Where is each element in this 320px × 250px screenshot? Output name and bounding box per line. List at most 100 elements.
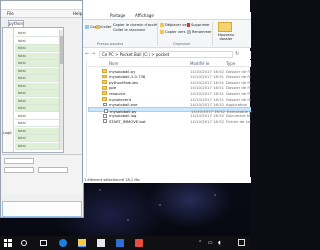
file-row[interactable]: pythonModules 14/10/2017 16:51 Dossier de …: [88, 79, 251, 85]
copy-path-button[interactable]: Copier le chemin d'accès: [113, 23, 158, 27]
app-result-row[interactable]: total: [15, 60, 63, 67]
file-row[interactable]: mysoloball.exe 14/10/2017 16:52 Applicatio…: [88, 102, 251, 107]
notification-icon[interactable]: [238, 239, 245, 246]
status-bar: 1 élément sélectionné 18,1 Mo: [83, 177, 251, 183]
app-result-row[interactable]: total: [15, 120, 63, 127]
file-row[interactable]: mysoloball.py 14/10/2017 16:52 Dossier de …: [88, 68, 251, 74]
menu-file[interactable]: File: [7, 11, 14, 16]
app-result-row[interactable]: total: [15, 30, 63, 37]
app-result-row[interactable]: total: [15, 52, 63, 60]
edge-browser-icon[interactable]: [59, 239, 67, 247]
app-result-row[interactable]: total: [15, 105, 63, 112]
app-result-row[interactable]: total: [15, 135, 63, 142]
column-label: Logit: [3, 131, 12, 135]
forward-arrow-icon[interactable]: →: [91, 51, 95, 57]
row-text: total: [18, 113, 26, 118]
app-results-panel: Logit total total total total total total tota…: [2, 27, 64, 153]
copy-to-button[interactable]: Copier vers: [160, 30, 186, 34]
folder-icon: [102, 69, 107, 73]
app-titlebar[interactable]: [1, 1, 83, 10]
paste-shortcut-button[interactable]: Coller le raccourci: [113, 28, 145, 32]
file-row[interactable]: mysoloball-1.0.738 14/10/2017 16:51 Dossie…: [88, 74, 251, 79]
app-result-row[interactable]: total: [15, 67, 63, 75]
rename-icon: [187, 30, 191, 34]
address-bar: ← → Ce PC > Pocket Ball (C:) > pocket ↻: [83, 51, 251, 59]
file-row[interactable]: resource14/10/2017 16:51Dossier de fichi…: [88, 90, 251, 96]
delete-button[interactable]: Supprimer: [187, 23, 210, 27]
navigation-pane[interactable]: [83, 60, 87, 177]
app-result-row[interactable]: total: [15, 45, 63, 52]
file-row[interactable]: mysolevent14/10/2017 16:51Dossier de fic…: [88, 96, 251, 102]
column-header-date[interactable]: Modifié le: [190, 61, 209, 66]
group-label-clipboard: Presse-papiers: [97, 42, 124, 46]
app-input-box[interactable]: [38, 167, 68, 173]
system-tray[interactable]: ⌃ ▭ ◖: [198, 240, 223, 246]
app-result-row[interactable]: total: [15, 142, 63, 150]
row-text: total: [18, 53, 26, 58]
file-list: mysoloball.py 14/10/2017 16:52 Dossier de …: [88, 68, 252, 178]
tab-affichage[interactable]: Affichage: [135, 13, 154, 18]
menu-help[interactable]: Help: [73, 11, 82, 16]
clipboard-icon: [96, 25, 100, 29]
folder-icon: [102, 74, 107, 79]
row-text: total: [18, 46, 26, 50]
file-explorer-window[interactable]: Partage Affichage Copier Coller Copier l…: [82, 0, 252, 183]
task-view-icon[interactable]: [40, 240, 47, 246]
file-date: 14/10/2017 16:52: [190, 118, 225, 124]
refresh-icon[interactable]: ↻: [235, 51, 239, 57]
ribbon-tabs: Partage Affichage: [83, 12, 251, 19]
new-folder-button[interactable]: Nouveau dossier: [214, 33, 238, 41]
mail-icon[interactable]: [116, 239, 124, 247]
app-window[interactable]: File Help python Logit total total total to…: [0, 0, 84, 218]
row-text: total: [18, 68, 26, 73]
app-result-row[interactable]: total: [15, 75, 63, 82]
row-text: total: [18, 83, 26, 88]
app-result-row[interactable]: total: [15, 37, 63, 45]
search-icon[interactable]: [21, 240, 27, 246]
app-scrollbar[interactable]: [59, 30, 63, 150]
row-text: total: [18, 76, 26, 80]
app-result-row[interactable]: total: [15, 97, 63, 105]
ribbon: Copier Coller Copier le chemin d'accès C…: [83, 19, 251, 48]
file-type: Fichier de comm: [226, 118, 251, 124]
file-row[interactable]: ppe14/10/2017 16:51Dossier de fichiers: [88, 85, 251, 90]
store-icon[interactable]: [97, 239, 105, 247]
file-row[interactable]: mysoloball.log 14/10/2017 16:52 Document t…: [88, 113, 251, 118]
app-result-row[interactable]: total: [15, 127, 63, 135]
tab-partage[interactable]: Partage: [110, 13, 125, 18]
app-taskbar-icon[interactable]: [135, 239, 143, 247]
row-text: total: [18, 136, 26, 140]
app-left-column: Logit: [3, 28, 14, 152]
address-field[interactable]: Ce PC > Pocket Ball (C:) > pocket: [99, 51, 233, 58]
row-text: total: [18, 38, 26, 43]
app-result-row[interactable]: total: [15, 112, 63, 120]
app-input-box[interactable]: [4, 167, 34, 173]
row-text: total: [18, 143, 26, 148]
app-input-box[interactable]: [4, 158, 34, 164]
folder-icon: [102, 91, 107, 96]
app-result-row[interactable]: total: [15, 82, 63, 90]
row-text: total: [18, 31, 26, 35]
scrollbar-thumb[interactable]: [60, 36, 63, 64]
paste-button[interactable]: Coller: [96, 25, 111, 29]
file-explorer-icon[interactable]: [78, 239, 86, 247]
row-text: total: [18, 91, 26, 95]
column-headers: Nom Modifié le Type: [88, 60, 251, 67]
new-folder-icon[interactable]: [218, 22, 232, 32]
tab-python[interactable]: python: [8, 20, 24, 27]
column-header-name[interactable]: Nom: [109, 61, 118, 66]
move-to-button[interactable]: Déplacer vers: [160, 23, 190, 27]
windows-start-icon[interactable]: [4, 239, 12, 247]
file-row[interactable]: mysoloball.py 14/10/2017 16:52 Executable …: [88, 107, 252, 114]
row-text: total: [18, 61, 26, 65]
folder-icon: [102, 97, 107, 101]
rename-button[interactable]: Renommer: [187, 30, 212, 34]
back-arrow-icon[interactable]: ←: [85, 51, 89, 57]
status-text: 1 élément sélectionné 18,1 Mo: [84, 177, 140, 182]
delete-icon: [187, 23, 190, 27]
app-status-panel: [2, 201, 82, 217]
app-result-row[interactable]: total: [15, 90, 63, 97]
column-header-type[interactable]: Type: [226, 61, 235, 66]
file-row[interactable]: START_IMMOVE.bat 14/10/2017 16:52 Fichier …: [88, 118, 251, 124]
taskbar: ⌃ ▭ ◖: [0, 236, 250, 250]
